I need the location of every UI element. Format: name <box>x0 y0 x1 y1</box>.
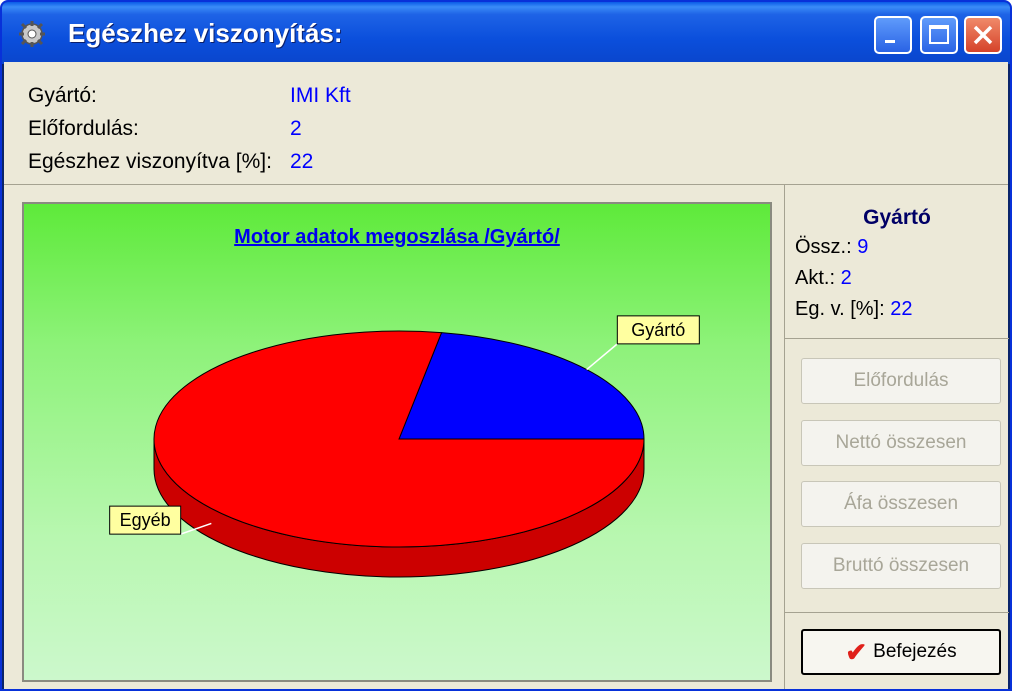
label-leader-line <box>586 343 618 371</box>
maximize-icon <box>929 25 949 44</box>
stat-label: Eg. v. [%]: <box>795 298 885 320</box>
info-value: IMI Kft <box>290 84 351 107</box>
finish-button[interactable]: ✔ Befejezés <box>801 629 1001 675</box>
close-button[interactable] <box>964 16 1002 54</box>
info-value: 2 <box>290 117 302 140</box>
minimize-icon <box>885 40 895 43</box>
gross-total-button[interactable]: Bruttó összesen <box>801 543 1001 589</box>
stat-total: Össz.: 9 <box>795 236 868 259</box>
slice-label: Egyéb <box>120 510 171 530</box>
window-title: Egészhez viszonyítás: <box>68 18 343 48</box>
stat-label: Össz.: <box>795 236 852 258</box>
occurrence-button[interactable]: Előfordulás <box>801 358 1001 404</box>
vat-total-button[interactable]: Áfa összesen <box>801 481 1001 527</box>
stat-value: 9 <box>857 236 869 258</box>
pie-slice <box>398 332 645 440</box>
divider <box>785 612 1009 613</box>
slice-label: Gyártó <box>631 320 685 340</box>
info-row-manufacturer: Gyártó: IMI Kft <box>28 84 351 108</box>
stat-label: Akt.: <box>795 267 836 289</box>
net-total-button[interactable]: Nettó összesen <box>801 420 1001 466</box>
info-row-occurrence: Előfordulás: 2 <box>28 117 302 141</box>
info-value: 22 <box>290 150 314 173</box>
info-label: Egészhez viszonyítva [%]: <box>28 150 272 173</box>
info-row-percent: Egészhez viszonyítva [%]: 22 <box>28 150 313 174</box>
close-icon <box>973 25 993 45</box>
side-heading: Gyártó <box>863 206 931 229</box>
side-stats: Gyártó Össz.: 9 Akt.: 2 Eg. v. [%]: 22 <box>785 184 1009 339</box>
maximize-button[interactable] <box>920 16 958 54</box>
stat-value: 2 <box>840 267 852 289</box>
minimize-button[interactable] <box>874 16 912 54</box>
dialog-window: Egészhez viszonyítás: Gyártó: IMI Kft El… <box>0 0 1012 691</box>
title-bar[interactable]: Egészhez viszonyítás: <box>2 2 1010 64</box>
stat-value: 22 <box>890 298 913 320</box>
pie-chart-canvas: Gyártó Egyéb <box>109 315 700 578</box>
info-label: Gyártó: <box>28 84 97 107</box>
pie-chart: Motor adatok megoszlása /Gyártó/ Gyártó E… <box>22 202 772 682</box>
info-panel: Gyártó: IMI Kft Előfordulás: 2 Egészhez … <box>4 62 1008 185</box>
gear-icon <box>19 21 45 47</box>
side-panel: Gyártó Össz.: 9 Akt.: 2 Eg. v. [%]: 22 E… <box>784 184 1009 689</box>
stat-current: Akt.: 2 <box>795 267 852 290</box>
checkmark-icon: ✔ <box>845 637 868 667</box>
client-area: Gyártó: IMI Kft Előfordulás: 2 Egészhez … <box>4 62 1009 689</box>
info-label: Előfordulás: <box>28 117 139 140</box>
finish-label: Befejezés <box>873 641 957 663</box>
stat-percent: Eg. v. [%]: 22 <box>795 298 912 321</box>
